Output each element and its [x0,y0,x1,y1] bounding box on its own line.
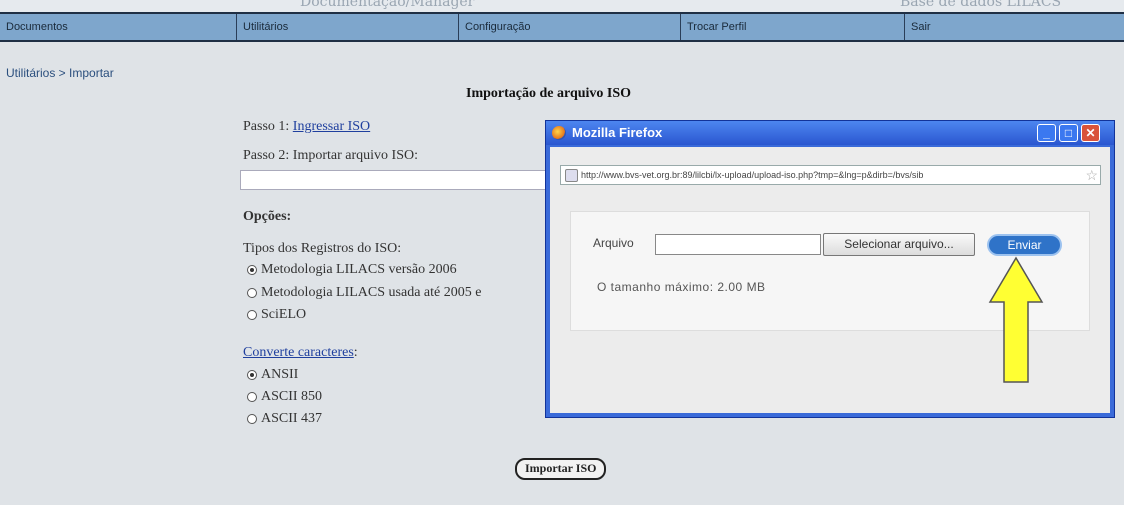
record-types-label: Tipos dos Registros do ISO: [243,241,402,256]
minimize-icon[interactable]: _ [1037,124,1056,142]
yellow-up-arrow-icon [988,256,1044,383]
menu-item-documentos[interactable]: Documentos [0,14,236,40]
maximize-icon[interactable]: □ [1059,124,1078,142]
ingressar-iso-link[interactable]: Ingressar ISO [293,119,370,134]
radio-ascii-437-label: ASCII 437 [261,411,323,426]
max-size-text: O tamanho máximo: 2.00 MB [597,280,766,294]
bookmark-star-icon[interactable]: ☆ [1085,166,1098,184]
page-title: Importação de arquivo ISO [466,86,632,101]
radio-lilacs-2006-label: Metodologia LILACS versão 2006 [261,262,457,277]
top-title-right: Base de dados LILACS [900,0,1062,10]
import-iso-button[interactable]: Importar ISO [515,458,607,480]
radio-scielo-label: SciELO [261,307,307,322]
popup-title: Mozilla Firefox [572,125,663,140]
top-header-strip: Documentação/Manager Base de dados LILAC… [0,0,1124,12]
radio-ansii[interactable]: ANSII [247,367,298,383]
send-button[interactable]: Enviar [987,234,1062,256]
radio-icon[interactable] [247,414,257,424]
popup-url: http://www.bvs-vet.org.br:89/lilcbi/lx-u… [581,170,924,180]
radio-selected-icon[interactable] [247,370,257,380]
radio-lilacs-2005[interactable]: Metodologia LILACS usada até 2005 e [247,285,481,301]
radio-scielo[interactable]: SciELO [247,307,306,323]
firefox-icon [552,126,566,140]
radio-selected-icon[interactable] [247,265,257,275]
menu-item-sair[interactable]: Sair [904,14,1124,40]
top-title-left: Documentação/Manager [300,0,475,10]
radio-icon[interactable] [247,310,257,320]
step1-line: Passo 1: Ingressar ISO [243,119,370,135]
options-title: Opções: [243,209,292,224]
convert-line: Converte caracteres: [243,345,358,361]
file-path-input[interactable] [655,234,821,255]
site-identity-icon[interactable] [565,169,578,182]
main-menu-bar: Documentos Utilitários Configuração Troc… [0,12,1124,42]
iso-file-input[interactable] [240,170,550,190]
breadcrumb[interactable]: Utilitários > Importar [6,66,114,80]
popup-titlebar[interactable]: Mozilla Firefox _ □ ✕ [546,121,1114,145]
step1-label: Passo 1: [243,119,290,134]
radio-ascii-437[interactable]: ASCII 437 [247,411,322,427]
radio-lilacs-2006[interactable]: Metodologia LILACS versão 2006 [247,262,457,278]
select-file-button[interactable]: Selecionar arquivo... [823,233,975,256]
radio-ascii-850[interactable]: ASCII 850 [247,389,322,405]
close-icon[interactable]: ✕ [1081,124,1100,142]
convert-colon: : [353,345,358,360]
file-label: Arquivo [593,236,634,250]
menu-item-utilitarios[interactable]: Utilitários [236,14,458,40]
arrow-shape [988,256,1044,383]
step2-label: Passo 2: Importar arquivo ISO: [243,148,418,163]
radio-icon[interactable] [247,288,257,298]
menu-item-trocar-perfil[interactable]: Trocar Perfil [680,14,904,40]
radio-ascii-850-label: ASCII 850 [261,389,323,404]
radio-icon[interactable] [247,392,257,402]
popup-url-bar[interactable]: http://www.bvs-vet.org.br:89/lilcbi/lx-u… [560,165,1101,185]
menu-item-configuracao[interactable]: Configuração [458,14,680,40]
converte-caracteres-link[interactable]: Converte caracteres [243,345,354,360]
radio-ansii-label: ANSII [261,367,299,382]
radio-lilacs-2005-label: Metodologia LILACS usada até 2005 e [261,285,482,300]
